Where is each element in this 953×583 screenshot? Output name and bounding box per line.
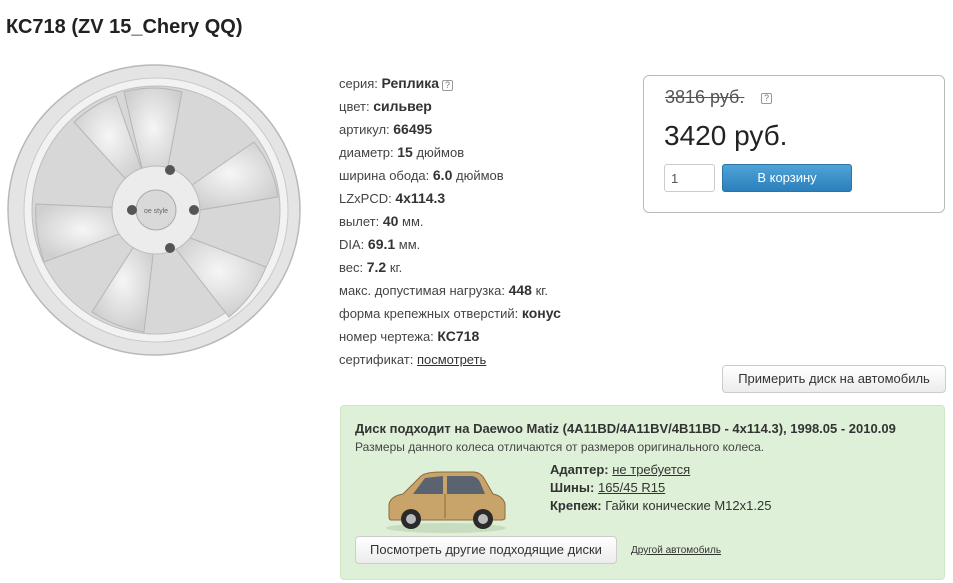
spec-cert: сертификат: посмотреть xyxy=(339,352,487,367)
tires-link[interactable]: 165/45 R15 xyxy=(598,480,665,495)
page-title: КС718 (ZV 15_Chery QQ) xyxy=(6,16,243,38)
fitment-title: Диск подходит на Daewoo Matiz (4A11BD/4A… xyxy=(355,421,896,436)
fitment-note: Размеры данного колеса отличаются от раз… xyxy=(355,440,765,454)
fitment-box: Диск подходит на Daewoo Matiz (4A11BD/4A… xyxy=(340,405,945,580)
other-discs-button[interactable]: Посмотреть другие подходящие диски xyxy=(355,536,617,564)
spec-weight: вес: 7.2 кг. xyxy=(339,259,403,275)
wheel-image: oe style xyxy=(7,64,301,356)
specs-list: серия: Реплика? цвет: сильвер артикул: 6… xyxy=(339,72,561,371)
current-price: 3420 руб. xyxy=(664,120,788,151)
spec-load: макс. допустимая нагрузка: 448 кг. xyxy=(339,282,549,298)
spec-diameter: диаметр: 15 дюймов xyxy=(339,144,465,160)
spec-offset: вылет: 40 мм. xyxy=(339,213,424,229)
spec-drawing: номер чертежа: КС718 xyxy=(339,328,480,344)
price-box: 3816 руб. ? 3420 руб. В корзину xyxy=(643,75,945,213)
spec-series: серия: Реплика? xyxy=(339,72,561,95)
spec-dia: DIA: 69.1 мм. xyxy=(339,236,421,252)
adapter-row: Адаптер: не требуется xyxy=(550,462,691,477)
try-on-car-button[interactable]: Примерить диск на автомобиль xyxy=(722,365,946,393)
fitment-specs: Адаптер: не требуется Шины: 165/45 R15 К… xyxy=(550,461,771,515)
series-value: Реплика xyxy=(381,75,440,91)
question-icon[interactable]: ? xyxy=(442,80,454,91)
spec-holes: форма крепежных отверстий: конус xyxy=(339,305,561,321)
certificate-link[interactable]: посмотреть xyxy=(417,352,486,367)
add-to-cart-button[interactable]: В корзину xyxy=(722,164,852,192)
question-icon[interactable]: ? xyxy=(761,93,772,104)
old-price: 3816 руб. xyxy=(665,87,745,107)
other-car-link[interactable]: Другой автомобиль xyxy=(631,545,721,556)
car-image xyxy=(386,471,506,533)
spec-color: цвет: сильвер xyxy=(339,98,432,114)
spec-width: ширина обода: 6.0 дюймов xyxy=(339,167,504,183)
spec-pcd: LZxPCD: 4x114.3 xyxy=(339,190,446,206)
svg-text:oe style: oe style xyxy=(144,208,168,215)
tires-row: Шины: 165/45 R15 xyxy=(550,480,666,495)
fastener-row: Крепеж: Гайки конические М12x1.25 xyxy=(550,498,772,513)
adapter-link[interactable]: не требуется xyxy=(612,462,690,477)
quantity-input[interactable] xyxy=(664,164,715,192)
spec-article: артикул: 66495 xyxy=(339,121,433,137)
